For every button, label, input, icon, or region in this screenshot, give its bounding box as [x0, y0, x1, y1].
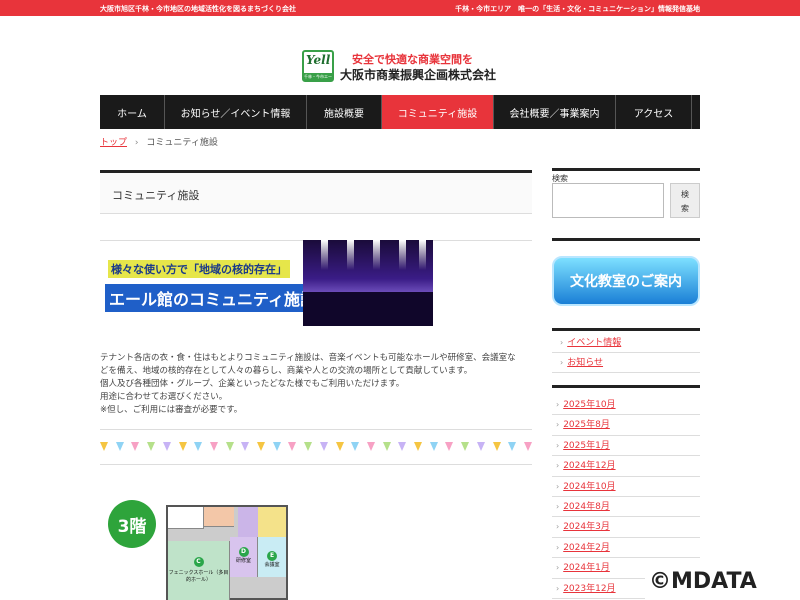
archive-link[interactable]: 2024年3月 — [563, 522, 610, 532]
description-line: 個人及び各種団体・グループ、企業といったどなた様でもご利用いただけます。 — [100, 379, 405, 389]
search-button-label: 検索 — [681, 190, 689, 213]
sidebar-divider — [552, 328, 700, 331]
sidebar: 検索 検索 文化教室のご案内 › イベント情報 › お知らせ › 2025年10月 ›… — [552, 168, 700, 599]
bunting-decoration — [100, 442, 532, 454]
list-item: › 2024年12月 — [552, 456, 700, 477]
nav-item-facility[interactable]: 施設概要 — [307, 95, 382, 129]
culture-class-banner[interactable]: 文化教室のご案内 — [552, 256, 700, 306]
title-divider — [100, 214, 532, 241]
archive-link[interactable]: 2024年10月 — [563, 482, 615, 492]
page-title-box: コミュニティ施設 — [100, 170, 532, 214]
breadcrumb: トップ › コミュニティ施設 — [100, 135, 218, 148]
room-c[interactable]: C フェニックスホール（多目的ホール） — [168, 541, 230, 600]
chevron-right-icon: › — [556, 400, 560, 409]
logo-text: Yell — [306, 53, 331, 67]
chevron-right-icon: › — [556, 481, 560, 491]
nav-item-news[interactable]: お知らせ／イベント情報 — [165, 95, 307, 129]
nav-item-company[interactable]: 会社概要／事業案内 — [494, 95, 616, 129]
page-title: コミュニティ施設 — [112, 189, 200, 202]
chevron-right-icon: › — [556, 501, 560, 511]
top-bar-right-text: 千林・今市エリア 唯一の「生活・文化・コミュニケーション」情報発信基地 — [455, 5, 700, 13]
category-links: › イベント情報 › お知らせ — [552, 333, 700, 373]
room-c-badge: C — [193, 557, 204, 567]
room-c-label: フェニックスホール（多目的ホール） — [168, 570, 229, 583]
sidebar-divider — [552, 168, 700, 171]
header-tagline: 安全で快適な商業空間を — [352, 53, 473, 66]
breadcrumb-current: コミュニティ施設 — [146, 138, 218, 148]
nav-item-home[interactable]: ホーム — [100, 95, 165, 129]
chevron-right-icon: › — [556, 542, 560, 552]
chevron-right-icon: › — [556, 461, 560, 471]
archive-link[interactable]: 2025年10月 — [563, 400, 615, 410]
chevron-right-icon: › — [560, 358, 564, 367]
category-link-news[interactable]: お知らせ — [567, 358, 603, 368]
description-line: ※但し、ご利用には審査が必要です。 — [100, 405, 243, 415]
chevron-right-icon: › — [556, 440, 560, 450]
description-line: どを備え、地域の核的存在として人々の暮らし、商業や人との交流の場所として貢献して… — [100, 366, 473, 376]
list-item: › 2025年8月 — [552, 415, 700, 436]
search-input[interactable] — [552, 183, 664, 218]
nav-item-community[interactable]: コミュニティ施設 — [382, 95, 494, 129]
room-e[interactable]: E 会議室 — [258, 537, 286, 577]
archive-link[interactable]: 2025年1月 — [563, 441, 610, 451]
top-bar: 大阪市旭区千林・今市地区の地域活性化を図るまちづくり会社 千林・今市エリア 唯一… — [0, 0, 800, 16]
description: テナント各店の衣・食・住はもとよりコミュニティ施設は、音楽イベントも可能なホール… — [100, 352, 532, 417]
breadcrumb-separator: › — [134, 138, 139, 148]
main-content: コミュニティ施設 様々な使い方で「地域の核的存在」 エール館のコミュニティ施設 … — [100, 170, 532, 600]
list-item: › イベント情報 — [552, 333, 700, 353]
room-e-label: 会議室 — [264, 562, 280, 568]
list-item: › 2025年1月 — [552, 436, 700, 457]
list-item: › 2025年10月 — [552, 395, 700, 416]
list-item: › 2024年8月 — [552, 497, 700, 518]
archive-link[interactable]: 2025年8月 — [563, 420, 610, 430]
site-logo[interactable]: Yell 千林・今市エール館 — [302, 50, 334, 82]
chevron-right-icon: › — [556, 420, 560, 430]
archive-link[interactable]: 2024年2月 — [563, 543, 610, 553]
watermark: ©MDATA — [645, 563, 800, 600]
top-bar-left-text: 大阪市旭区千林・今市地区の地域活性化を図るまちづくり会社 — [100, 5, 296, 13]
main-nav: ホーム お知らせ／イベント情報 施設概要 コミュニティ施設 会社概要／事業案内 … — [100, 95, 700, 129]
archive-link[interactable]: 2023年12月 — [563, 584, 615, 594]
archive-link[interactable]: 2024年1月 — [563, 563, 610, 573]
list-item: › 2024年2月 — [552, 538, 700, 559]
description-line: 用途に合わせてお選びください。 — [100, 392, 228, 402]
concert-image — [303, 240, 433, 326]
content-divider — [100, 464, 532, 465]
company-name[interactable]: 大阪市商業振興企画株式会社 — [340, 66, 496, 83]
chevron-right-icon: › — [560, 338, 564, 347]
chevron-right-icon: › — [556, 583, 560, 593]
archive-link[interactable]: 2024年8月 — [563, 502, 610, 512]
community-banner: 様々な使い方で「地域の核的存在」 エール館のコミュニティ施設 — [100, 240, 532, 328]
sidebar-divider — [552, 385, 700, 388]
breadcrumb-home-link[interactable]: トップ — [100, 138, 127, 148]
room-d-label: 研修室 — [235, 558, 251, 564]
sidebar-divider — [552, 238, 700, 241]
list-item: › 2024年3月 — [552, 517, 700, 538]
room-d-badge: D — [238, 547, 249, 557]
banner-line-2: エール館のコミュニティ施設 — [105, 284, 321, 312]
floor-plan: C フェニックスホール（多目的ホール） D 研修室 E 会議室 — [166, 505, 288, 600]
logo-subtext: 千林・今市エール館 — [304, 73, 332, 80]
list-item: › 2024年10月 — [552, 477, 700, 497]
room-e-badge: E — [267, 551, 277, 561]
list-item: › お知らせ — [552, 353, 700, 373]
chevron-right-icon: › — [556, 522, 560, 532]
search-button[interactable]: 検索 — [670, 183, 700, 218]
room-d[interactable]: D 研修室 — [230, 537, 258, 577]
content-divider — [100, 429, 532, 430]
nav-item-access[interactable]: アクセス — [616, 95, 692, 129]
description-line: テナント各店の衣・食・住はもとよりコミュニティ施設は、音楽イベントも可能なホール… — [100, 353, 516, 363]
archive-link[interactable]: 2024年12月 — [563, 461, 615, 471]
category-link-events[interactable]: イベント情報 — [567, 338, 621, 348]
floor-badge: 3階 — [108, 500, 156, 548]
banner-line-1: 様々な使い方で「地域の核的存在」 — [108, 260, 290, 278]
chevron-right-icon: › — [556, 563, 560, 573]
